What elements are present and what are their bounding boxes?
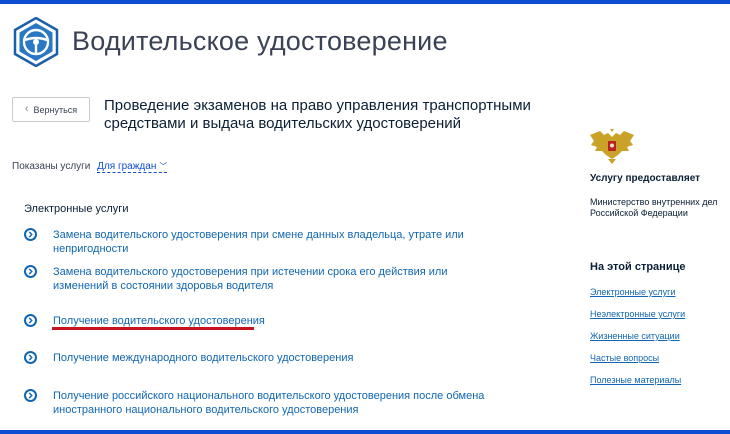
service-item[interactable]: Замена водительского удостоверения при с…	[24, 228, 533, 256]
service-link[interactable]: Получение российского национального води…	[53, 389, 533, 417]
service-link[interactable]: Получение международного водительского у…	[53, 351, 533, 365]
service-item[interactable]: Получение российского национального води…	[24, 389, 533, 417]
bottom-accent-bar	[0, 430, 730, 434]
service-link[interactable]: Замена водительского удостоверения при и…	[53, 265, 503, 293]
chevron-right-circle-icon	[24, 314, 37, 327]
back-button[interactable]: ‹ Вернуться	[12, 97, 90, 122]
service-title: Проведение экзаменов на право управления…	[104, 97, 531, 132]
back-button-label: Вернуться	[33, 104, 78, 115]
filter-dropdown[interactable]: Для граждан ﹀	[97, 161, 168, 173]
onpage-link-nonelectronic-services[interactable]: Неэлектронные услуги	[590, 309, 685, 319]
double-headed-eagle-icon	[590, 129, 634, 164]
steering-wheel-icon	[13, 17, 59, 67]
service-link[interactable]: Замена водительского удостоверения при с…	[53, 228, 533, 256]
service-item[interactable]: Получение водительского удостоверения	[24, 314, 533, 328]
chevron-left-icon: ‹	[24, 103, 29, 115]
service-item[interactable]: Замена водительского удостоверения при и…	[24, 265, 503, 293]
onpage-link-useful-materials[interactable]: Полезные материалы	[590, 375, 681, 385]
onpage-heading: На этой странице	[590, 261, 686, 273]
provider-heading: Услугу предоставляет	[590, 173, 701, 184]
onpage-link-electronic-services[interactable]: Электронные услуги	[590, 287, 675, 297]
services-filter: Показаны услуги Для граждан ﹀	[12, 161, 168, 173]
chevron-right-circle-icon	[24, 228, 37, 241]
provider-name: Министерство внутренних дел Российской Ф…	[590, 197, 730, 219]
page-title: Водительское удостоверение	[72, 26, 448, 56]
chevron-right-circle-icon	[24, 389, 37, 402]
chevron-right-circle-icon	[24, 351, 37, 364]
filter-label: Показаны услуги	[12, 161, 91, 172]
section-heading-electronic-services: Электронные услуги	[24, 203, 129, 215]
chevron-right-circle-icon	[24, 265, 37, 278]
service-item[interactable]: Получение международного водительского у…	[24, 351, 533, 365]
service-link[interactable]: Получение водительского удостоверения	[53, 314, 533, 328]
provider-name-text: Министерство внутренних дел Российской Ф…	[590, 197, 718, 218]
top-accent-bar	[0, 0, 730, 4]
chevron-down-icon: ﹀	[159, 162, 168, 171]
filter-value: Для граждан	[97, 161, 157, 172]
highlight-underline	[52, 327, 254, 330]
onpage-link-life-situations[interactable]: Жизненные ситуации	[590, 331, 680, 341]
onpage-link-faq[interactable]: Частые вопросы	[590, 353, 659, 363]
